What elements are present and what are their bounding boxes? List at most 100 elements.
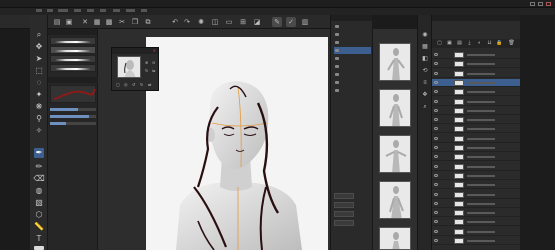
material-button[interactable] — [334, 202, 354, 208]
eye-icon[interactable] — [434, 173, 438, 177]
gradient-icon[interactable]: ▧ — [34, 198, 44, 208]
pose-thumbnail[interactable] — [379, 181, 411, 219]
undo-icon[interactable]: ↶ — [170, 17, 180, 27]
eye-icon[interactable] — [434, 99, 438, 103]
layer-row[interactable] — [432, 153, 521, 162]
menu-window[interactable] — [126, 9, 135, 12]
layer-row-selected[interactable] — [432, 78, 521, 87]
clear-icon[interactable]: ✕ — [80, 17, 90, 27]
ruler-icon[interactable]: ◪ — [252, 17, 262, 27]
layer-row[interactable] — [432, 200, 521, 208]
open-icon[interactable]: ▤ — [52, 17, 62, 27]
navigator-header[interactable]: ✕ — [112, 48, 158, 54]
zoom-in-icon[interactable]: ⊕ — [145, 60, 148, 65]
flip-icon[interactable]: ⇋ — [152, 68, 155, 73]
reset-icon[interactable]: ◎ — [124, 82, 128, 87]
menu-help[interactable] — [141, 9, 147, 12]
lasso-icon[interactable]: ◌ — [34, 78, 44, 88]
check-icon[interactable]: ✓ — [286, 17, 296, 27]
menu-file[interactable] — [36, 9, 42, 12]
minimize-icon[interactable] — [530, 2, 535, 6]
layer-row[interactable] — [432, 209, 521, 218]
pencil-icon[interactable]: ✏ — [34, 162, 44, 172]
copy-icon[interactable]: ❐ — [130, 17, 140, 27]
layer-row[interactable] — [432, 60, 521, 69]
brush-preset[interactable] — [50, 37, 96, 45]
history-icon[interactable]: ⟲ — [421, 67, 429, 75]
eyedropper-icon[interactable]: ⚲ — [34, 114, 44, 124]
pose-thumbnail[interactable] — [379, 43, 411, 81]
eye-icon[interactable] — [434, 201, 438, 205]
material-button[interactable] — [334, 193, 354, 199]
material-folder[interactable] — [334, 79, 371, 86]
new-vector-layer-icon[interactable]: ▣ — [446, 40, 453, 46]
eye-icon[interactable] — [434, 183, 438, 187]
layer-row[interactable] — [432, 144, 521, 152]
redo-icon[interactable]: ↷ — [182, 17, 192, 27]
menu-animation[interactable] — [58, 9, 68, 12]
pose-thumbnail[interactable] — [379, 89, 411, 127]
close-icon[interactable]: ✕ — [153, 48, 156, 54]
eye-icon[interactable] — [434, 155, 438, 159]
eye-icon[interactable] — [434, 239, 438, 242]
material-folder[interactable] — [334, 63, 371, 70]
zoom-fit-icon[interactable]: ▢ — [116, 82, 120, 87]
property-icon[interactable]: ≡ — [421, 79, 429, 87]
color-wheel-icon[interactable]: ◉ — [421, 31, 429, 39]
menu-filter[interactable] — [113, 9, 120, 12]
layer-row[interactable] — [432, 163, 521, 171]
material-folder[interactable] — [334, 87, 371, 94]
settings-icon[interactable]: ✺ — [196, 17, 206, 27]
crop-icon[interactable]: ▭ — [224, 17, 234, 27]
snap-icon[interactable]: ⊞ — [238, 17, 248, 27]
navigator-panel[interactable]: ✕ ⊕ ⊖ ↻ ⇋ ▢ ◎ ↺ ↻ ⇄ — [111, 47, 159, 91]
menu-select[interactable] — [87, 9, 94, 12]
figure-icon[interactable]: ⬡ — [34, 210, 44, 220]
eye-icon[interactable] — [434, 71, 438, 75]
layer-row[interactable] — [432, 98, 521, 106]
eye-icon[interactable] — [434, 192, 438, 196]
new-folder-icon[interactable]: ▤ — [456, 40, 463, 46]
ruler-icon[interactable]: 📏 — [34, 222, 44, 232]
layer-row[interactable] — [432, 116, 521, 125]
rotate-right-icon[interactable]: ↻ — [140, 82, 143, 87]
material-folder[interactable] — [334, 71, 371, 78]
layer-row[interactable] — [432, 172, 521, 180]
navigator-thumbnail[interactable] — [117, 56, 141, 78]
mirror-icon[interactable]: ⇄ — [148, 82, 151, 87]
canvas[interactable] — [146, 37, 328, 250]
zoom-icon[interactable]: ⌕ — [34, 30, 44, 40]
maximize-icon[interactable] — [538, 2, 543, 6]
layer-row[interactable] — [432, 88, 521, 97]
eraser-icon[interactable]: ⌫ — [33, 174, 44, 184]
eye-icon[interactable] — [434, 108, 438, 112]
zoom-out-icon[interactable]: ⊖ — [152, 60, 155, 65]
selection-icon[interactable]: ⬚ — [34, 66, 44, 76]
layer-row[interactable] — [432, 191, 521, 199]
eye-icon[interactable] — [434, 136, 438, 140]
layer-row[interactable] — [432, 181, 521, 190]
move-icon[interactable]: ✥ — [34, 42, 44, 52]
layer-row[interactable] — [432, 125, 521, 134]
material-folder[interactable] — [334, 55, 371, 62]
pen-icon[interactable]: ✎ — [272, 17, 282, 27]
layout-icon[interactable]: ▥ — [300, 17, 310, 27]
lock-icon[interactable]: 🔒 — [496, 40, 503, 46]
eye-icon[interactable] — [434, 53, 438, 56]
eye-icon[interactable] — [434, 211, 438, 215]
pose-thumbnail[interactable] — [379, 227, 411, 250]
layer-row[interactable] — [432, 107, 521, 115]
layer-search-icon[interactable]: ⌕ — [421, 103, 429, 111]
layer-row[interactable] — [432, 218, 521, 227]
transform-icon[interactable]: ▦ — [92, 17, 102, 27]
material-button[interactable] — [334, 220, 354, 226]
color-swatch[interactable] — [34, 246, 44, 250]
menu-view[interactable] — [100, 9, 106, 12]
decoration-icon[interactable]: ✧ — [34, 126, 44, 136]
material-button[interactable] — [334, 211, 354, 217]
new-layer-icon[interactable]: ▢ — [436, 40, 443, 46]
color-set-icon[interactable]: ▦ — [421, 43, 429, 51]
fill-icon[interactable]: ◍ — [34, 186, 44, 196]
select-icon[interactable]: ◫ — [210, 17, 220, 27]
eye-icon[interactable] — [434, 146, 438, 149]
